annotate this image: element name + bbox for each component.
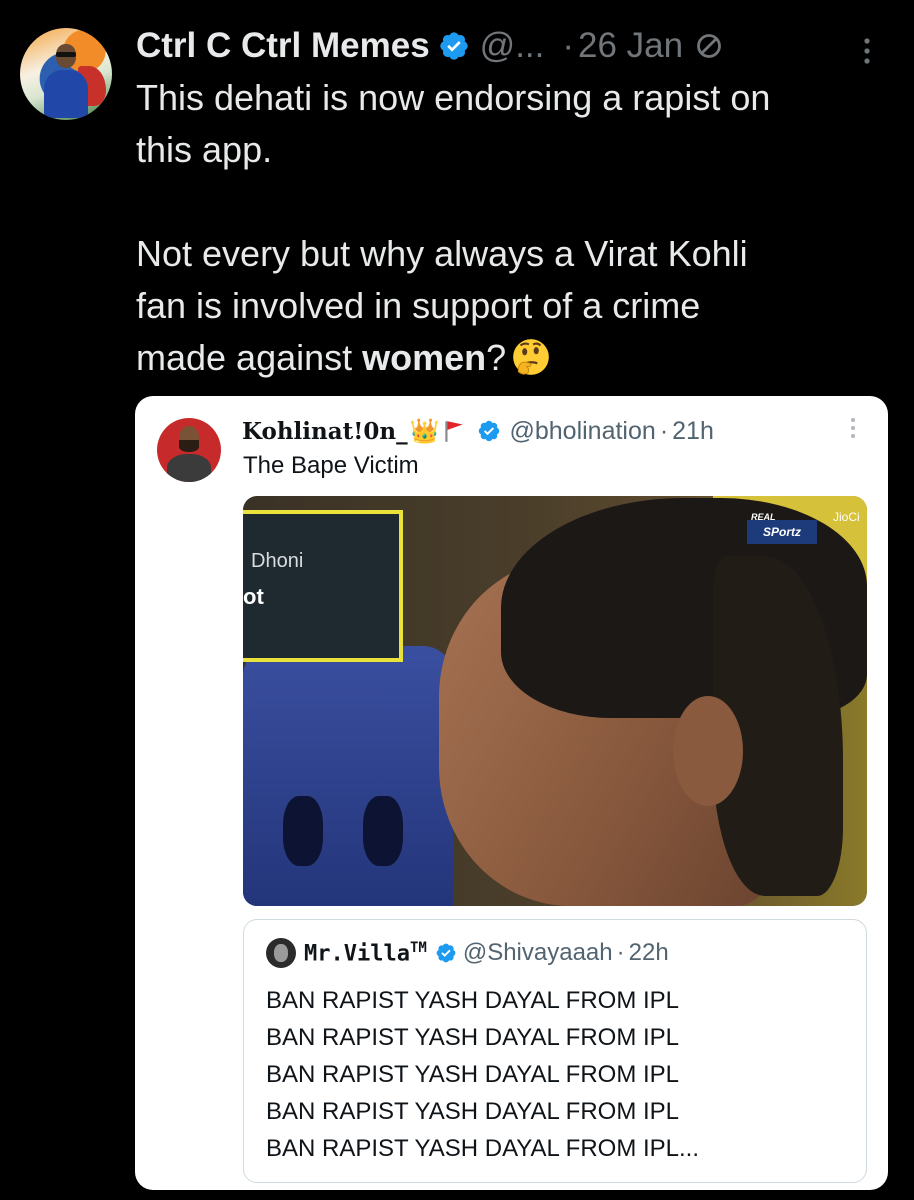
broadcast-logo: SPortz bbox=[747, 520, 817, 544]
edited-prohibited-icon bbox=[697, 34, 722, 58]
tweet-text-line: This dehati is now endorsing a rapist on bbox=[136, 77, 771, 118]
nested-author-name-text: Mr.Villa bbox=[304, 941, 410, 967]
quoted-timestamp[interactable]: 21h bbox=[672, 417, 714, 446]
nested-quoted-tweet[interactable]: Mr.VillaTM @Shivayaaah · 22h BAN RAPIST … bbox=[243, 919, 867, 1183]
crown-icon: 👑 bbox=[409, 417, 440, 445]
quoted-author-name[interactable]: Kohlinat!0n_ bbox=[242, 418, 408, 445]
red-flag-icon bbox=[445, 421, 464, 442]
tweet-text-line: fan is involved in support of a crime bbox=[136, 285, 701, 326]
thinking-face-icon bbox=[513, 339, 550, 375]
bold-word: women bbox=[362, 337, 487, 378]
author-avatar[interactable] bbox=[20, 28, 112, 120]
nested-author-name[interactable]: Mr.VillaTM bbox=[304, 940, 427, 966]
tweet-text-fragment: made against bbox=[136, 337, 363, 378]
quoted-author-avatar[interactable] bbox=[157, 418, 221, 482]
scoreboard-overlay: Dhoni ot bbox=[243, 510, 403, 662]
trademark-mark: TM bbox=[409, 939, 427, 956]
quoted-tweet-header: Kohlinat!0n_ 👑 @bholination · 21h bbox=[242, 414, 714, 448]
quoted-tweet-text: The Bape Victim bbox=[243, 452, 419, 479]
nested-tweet-text: BAN RAPIST YASH DAYAL FROM IPL BAN RAPIS… bbox=[266, 982, 699, 1167]
nested-timestamp[interactable]: 22h bbox=[629, 939, 669, 967]
author-handle[interactable]: @... bbox=[480, 26, 545, 66]
tweet-text-line: made against women? bbox=[136, 332, 896, 384]
separator-dot: · bbox=[659, 416, 669, 445]
quoted-tweet[interactable]: Kohlinat!0n_ 👑 @bholination · 21h The Ba… bbox=[135, 396, 888, 1190]
tweet[interactable]: Ctrl C Ctrl Memes @... · 26 Jan This deh… bbox=[0, 0, 914, 1200]
verified-badge-icon bbox=[436, 943, 456, 963]
nested-text-line: BAN RAPIST YASH DAYAL FROM IPL bbox=[266, 1024, 680, 1051]
overlay-text: Dhoni bbox=[251, 550, 304, 572]
verified-badge-icon bbox=[479, 420, 500, 442]
tweet-text: This dehati is now endorsing a rapist on… bbox=[136, 72, 896, 384]
nested-text-line: BAN RAPIST YASH DAYAL FROM IPL bbox=[266, 987, 680, 1014]
nested-text-line: BAN RAPIST YASH DAYAL FROM IPL... bbox=[266, 1135, 700, 1162]
quoted-tweet-image[interactable]: Dhoni ot REAL SPortz JioCi bbox=[243, 496, 867, 906]
tweet-text-line: this app. bbox=[136, 129, 273, 170]
sponsor-logo: JioCi bbox=[833, 510, 860, 524]
tweet-text-line: Not every but why always a Virat Kohli bbox=[136, 233, 748, 274]
tweet-header: Ctrl C Ctrl Memes @... · 26 Jan bbox=[136, 22, 723, 70]
timestamp[interactable]: 26 Jan bbox=[578, 26, 683, 66]
author-name[interactable]: Ctrl C Ctrl Memes bbox=[136, 26, 430, 66]
more-options-icon[interactable] bbox=[849, 416, 857, 440]
separator-dot: · bbox=[562, 26, 575, 65]
overlay-text: ot bbox=[243, 584, 264, 609]
separator-dot: · bbox=[616, 939, 625, 966]
quoted-author-handle[interactable]: @bholination bbox=[509, 417, 655, 446]
nested-author-avatar[interactable] bbox=[266, 938, 296, 968]
verified-badge-icon bbox=[440, 32, 468, 60]
nested-text-line: BAN RAPIST YASH DAYAL FROM IPL bbox=[266, 1098, 680, 1125]
tweet-text-fragment: ? bbox=[486, 337, 507, 378]
nested-author-handle[interactable]: @Shivayaaah bbox=[463, 939, 613, 967]
more-options-icon[interactable] bbox=[862, 36, 872, 66]
nested-tweet-header: Mr.VillaTM @Shivayaaah · 22h bbox=[304, 936, 669, 970]
nested-text-line: BAN RAPIST YASH DAYAL FROM IPL bbox=[266, 1061, 680, 1088]
